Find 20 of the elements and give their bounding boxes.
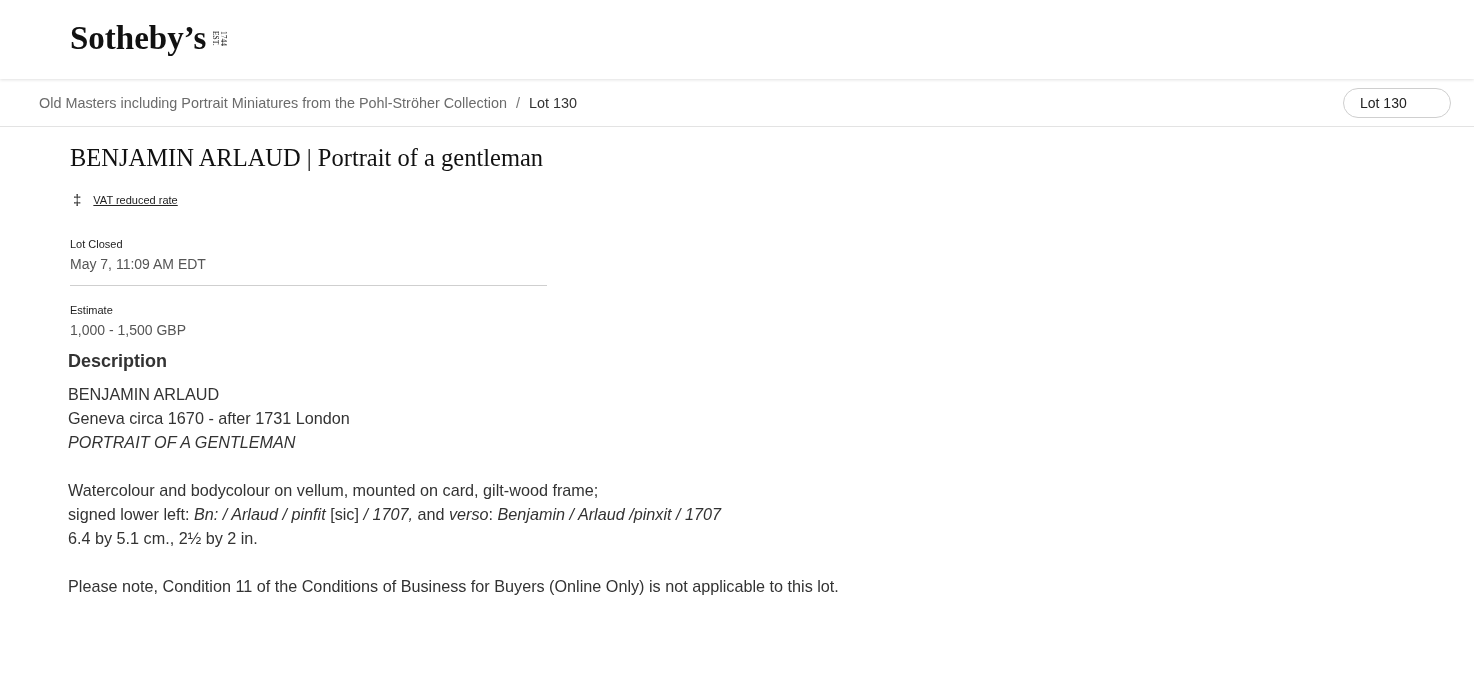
description-line: signed lower left: Bn: / Arlaud / pinfit [sic] / 1707, and verso: Benjamin / Arlaud /pinxit / 1707 (68, 504, 721, 525)
detail-value: 1,000 - 1,500 GBP (70, 321, 186, 339)
description-heading: Description (68, 350, 168, 373)
breadcrumb-current: Lot 130 (528, 93, 577, 112)
detail-label: Estimate (70, 303, 113, 317)
description-line: Please note, Condition 11 of the Conditions of Business for Buyers (Online Only) is not applicable to this lot. (68, 576, 839, 597)
description-line: PORTRAIT OF A GENTLEMAN (68, 432, 296, 453)
vat-link[interactable]: VAT reduced rate (93, 193, 178, 207)
description-line: Watercolour and bodycolour on vellum, mounted on card, gilt-wood frame; (68, 480, 599, 501)
detail-label: Lot Closed (70, 237, 123, 251)
lot-field[interactable]: Lot 130 (1343, 87, 1451, 118)
detail-value: May 7, 11:09 AM EDT (70, 255, 206, 273)
breadcrumb-separator: / (515, 93, 520, 112)
description-line: Geneva circa 1670 - after 1731 London (68, 408, 350, 429)
breadcrumb-link[interactable]: Old Masters including Portrait Miniatures from the Pohl-Ströher Collection (39, 93, 507, 112)
description-line: 6.4 by 5.1 cm., 2½ by 2 in. (68, 528, 258, 549)
double-dagger-icon: ‡ (73, 192, 82, 208)
description-line: BENJAMIN ARLAUD (68, 384, 220, 405)
lot-title: BENJAMIN ARLAUD | Portrait of a gentleman (70, 143, 544, 173)
logo-wordmark[interactable]: Sotheby’s (70, 19, 207, 56)
